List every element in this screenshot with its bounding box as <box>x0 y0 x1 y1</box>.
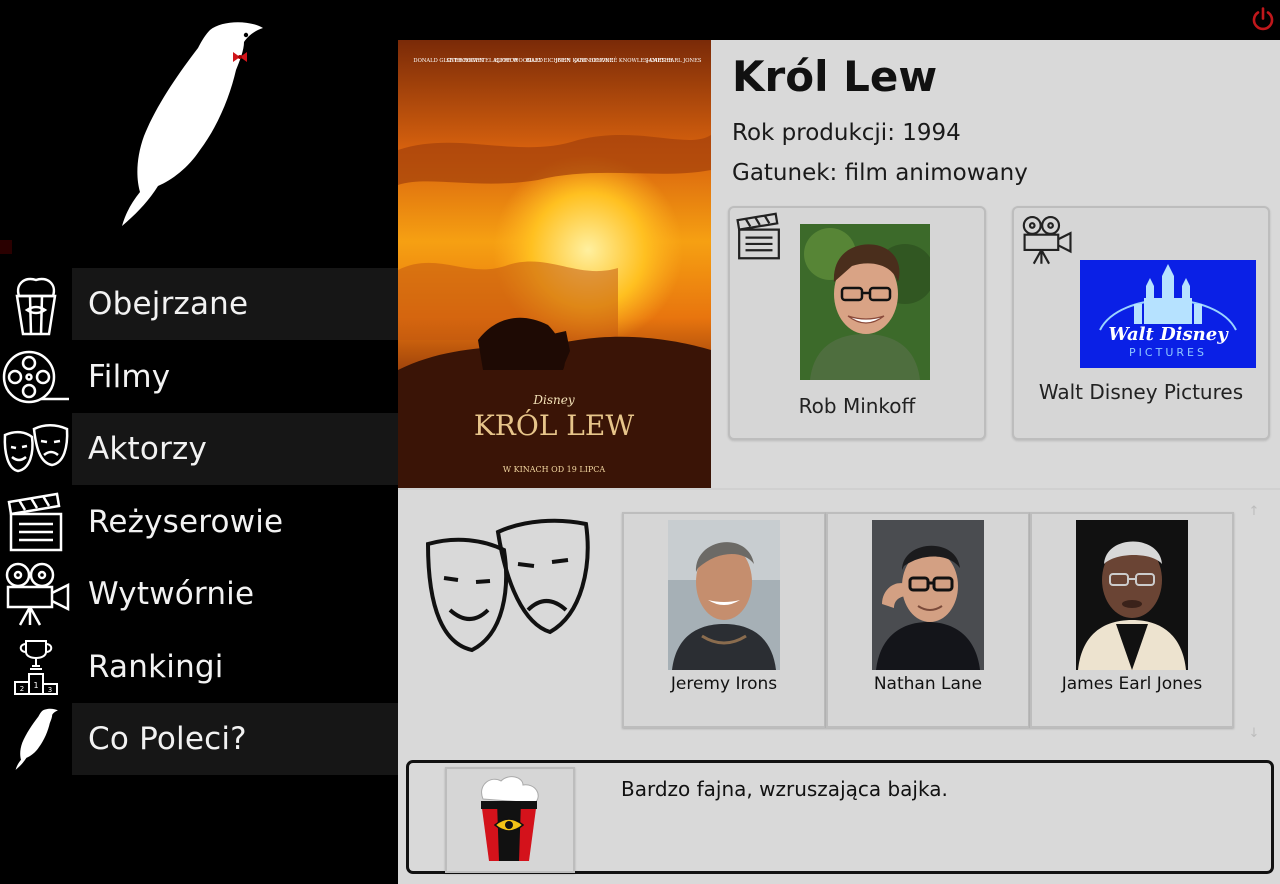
actor-name: James Earl Jones <box>1061 674 1203 694</box>
nav-label-rankingi: Rankingi <box>88 648 224 685</box>
film-reel-icon <box>0 341 72 413</box>
nav-item-aktorzy[interactable]: Aktorzy <box>0 413 398 486</box>
poster-title: KRÓL LEW <box>474 408 634 442</box>
movie-title: Król Lew <box>732 52 938 101</box>
studio-logo-sub: PICTURES <box>1129 346 1207 359</box>
nav-label-co-poleci: Co Poleci? <box>72 703 398 776</box>
actor-card[interactable]: Jeremy Irons <box>622 512 826 728</box>
nav-item-obejrzane[interactable]: Obejrzane <box>0 268 398 341</box>
bird-icon <box>0 703 72 775</box>
sidebar: Obejrzane Filmy Aktorzy Reżyserowie Wytw… <box>0 0 398 884</box>
theater-masks-icon <box>0 413 72 485</box>
svg-text:2: 2 <box>20 685 24 693</box>
nav-label-rezyserowie: Reżyserowie <box>88 503 284 540</box>
movie-year: Rok produkcji: 1994 <box>732 120 961 146</box>
studio-card[interactable]: Walt Disney PICTURES Walt Disney Picture… <box>1012 206 1270 440</box>
nav-item-rankingi[interactable]: 1 2 3 Rankingi <box>0 631 398 704</box>
actor-photo <box>1076 520 1188 670</box>
poster-brand: Disney <box>532 393 574 407</box>
popcorn-eye-icon <box>481 776 539 861</box>
review-rating-button[interactable] <box>445 767 575 873</box>
section-divider <box>398 488 1280 490</box>
poster-credit-8: JAMES EARL JONES <box>646 58 702 64</box>
actor-photo <box>872 520 984 670</box>
review-text: Bardzo fajna, wzruszająca bajka. <box>621 777 948 801</box>
poster-tagline: W KINACH OD 19 LIPCA <box>503 465 606 474</box>
nav-item-wytwornie[interactable]: Wytwórnie <box>0 558 398 631</box>
clapperboard-icon <box>736 212 780 260</box>
studio-logo: Walt Disney PICTURES <box>1080 260 1256 368</box>
arrow-up-icon[interactable]: ↑ <box>1246 504 1262 519</box>
studio-logo-text: Walt Disney <box>1108 324 1229 345</box>
svg-text:3: 3 <box>48 686 52 694</box>
power-icon[interactable] <box>1250 6 1276 32</box>
actor-card[interactable]: Nathan Lane <box>826 512 1030 728</box>
nav-label-obejrzane: Obejrzane <box>72 268 398 341</box>
movie-genre: Gatunek: film animowany <box>732 160 1028 186</box>
nav-item-co-poleci[interactable]: Co Poleci? <box>0 703 398 776</box>
review-box: Bardzo fajna, wzruszająca bajka. <box>406 760 1274 874</box>
popcorn-icon <box>0 268 72 340</box>
nav-item-rezyserowie[interactable]: Reżyserowie <box>0 486 398 559</box>
movie-details: DONALD GLOVER SETH ROGEN CHIWETEL EJIOFO… <box>398 40 1280 884</box>
nav-label-wytwornie: Wytwórnie <box>88 576 255 613</box>
bird-logo-icon[interactable] <box>110 18 270 228</box>
poster-credits: DONALD GLOVER SETH ROGEN CHIWETEL EJIOFO… <box>413 56 701 64</box>
sidebar-nav: Obejrzane Filmy Aktorzy Reżyserowie Wytw… <box>0 268 398 776</box>
actor-photo <box>668 520 780 670</box>
movie-poster[interactable]: DONALD GLOVER SETH ROGEN CHIWETEL EJIOFO… <box>398 40 711 488</box>
director-card[interactable]: Rob Minkoff <box>728 206 986 440</box>
clapperboard-icon <box>0 486 72 558</box>
studio-name: Walt Disney Pictures <box>1038 380 1244 404</box>
movie-camera-icon <box>0 558 72 630</box>
svg-text:1: 1 <box>33 681 38 690</box>
nav-item-filmy[interactable]: Filmy <box>0 341 398 414</box>
arrow-down-icon[interactable]: ↓ <box>1246 726 1262 741</box>
theater-masks-icon <box>425 518 590 653</box>
actor-card[interactable]: James Earl Jones <box>1030 512 1234 728</box>
director-name: Rob Minkoff <box>798 394 916 418</box>
actor-name: Jeremy Irons <box>670 674 778 694</box>
movie-camera-icon <box>1022 215 1072 265</box>
trophy-podium-icon: 1 2 3 <box>0 631 72 703</box>
director-photo <box>800 224 930 380</box>
nav-label-aktorzy: Aktorzy <box>72 413 398 486</box>
actor-name: Nathan Lane <box>873 674 983 694</box>
sidebar-marker <box>0 240 12 254</box>
nav-label-filmy: Filmy <box>88 358 171 395</box>
